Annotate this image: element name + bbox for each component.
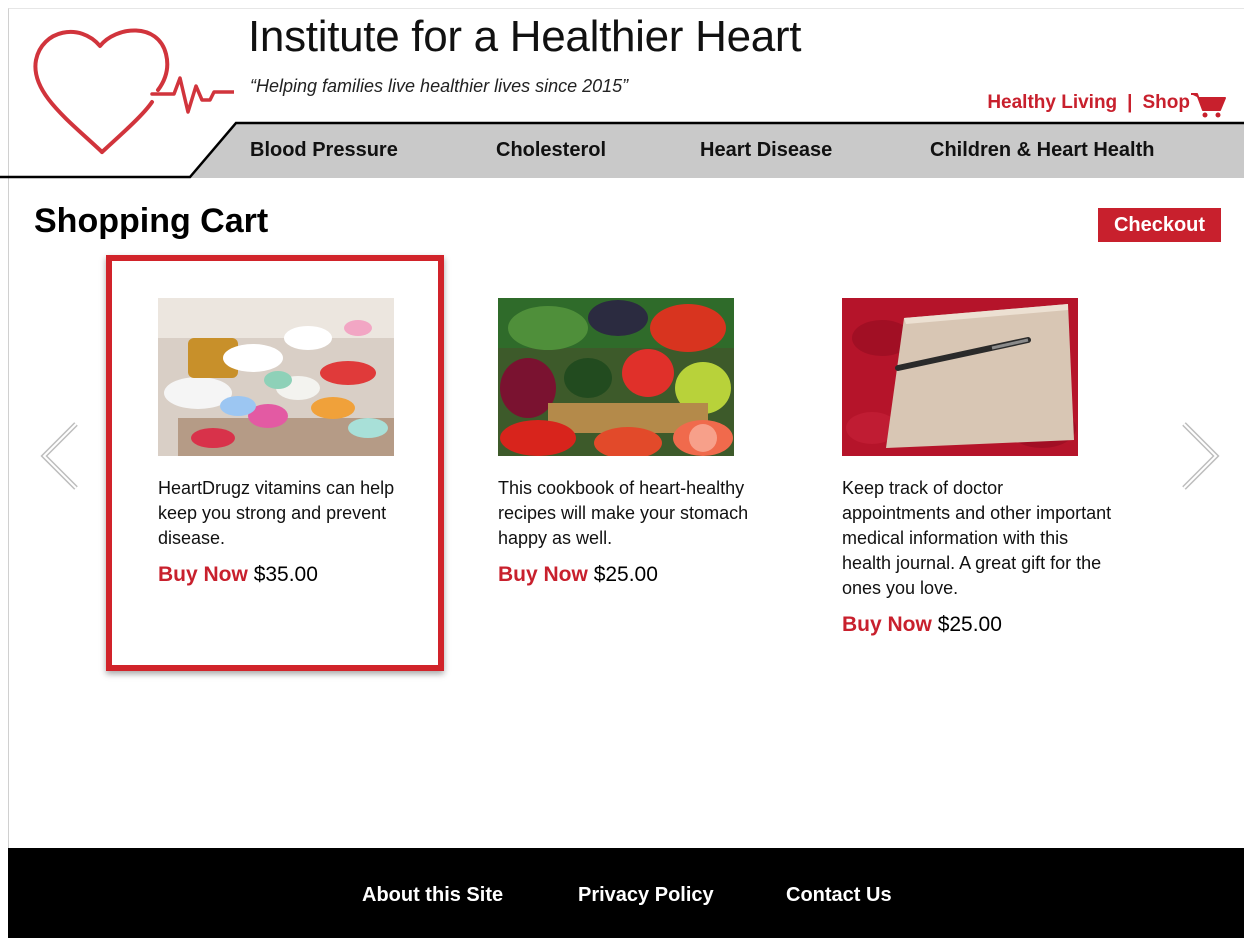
footer-contact-link[interactable]: Contact Us <box>786 884 892 907</box>
nav-heart-disease[interactable]: Heart Disease <box>700 139 832 162</box>
shop-link[interactable]: Shop <box>1143 92 1191 114</box>
buy-now-link[interactable]: Buy Now <box>498 563 588 586</box>
carousel-next-icon[interactable] <box>1178 420 1222 492</box>
vegetables-photo-icon[interactable] <box>498 298 734 456</box>
utility-nav: Healthy Living | Shop <box>987 92 1190 114</box>
carousel-prev-icon[interactable] <box>38 420 82 492</box>
util-nav-separator: | <box>1127 92 1133 113</box>
product-price: $25.00 <box>937 613 1002 636</box>
pills-photo-icon[interactable] <box>158 298 394 456</box>
healthy-living-link[interactable]: Healthy Living <box>987 92 1117 114</box>
nav-blood-pressure[interactable]: Blood Pressure <box>250 139 398 162</box>
product-card-cookbook: This cookbook of heart-healthy recipes w… <box>498 298 788 587</box>
product-price-line: Buy Now $25.00 <box>842 613 1112 637</box>
buy-now-link[interactable]: Buy Now <box>158 563 248 586</box>
product-description: This cookbook of heart-healthy recipes w… <box>498 478 749 548</box>
product-card-journal: Keep track of doctor appointments and ot… <box>842 298 1112 637</box>
buy-now-link[interactable]: Buy Now <box>842 613 932 636</box>
page-title: Shopping Cart <box>34 202 269 240</box>
footer-about-link[interactable]: About this Site <box>362 884 503 907</box>
product-card-vitamins: HeartDrugz vitamins can help keep you st… <box>158 298 420 587</box>
product-price-line: Buy Now $25.00 <box>498 563 788 587</box>
product-description: Keep track of doctor appointments and ot… <box>842 478 1112 598</box>
checkout-button[interactable]: Checkout <box>1098 208 1221 242</box>
product-description: HeartDrugz vitamins can help keep you st… <box>158 478 395 548</box>
cart-icon[interactable] <box>1190 90 1226 118</box>
nav-cholesterol[interactable]: Cholesterol <box>496 139 606 162</box>
product-price: $35.00 <box>253 563 318 586</box>
product-price-line: Buy Now $35.00 <box>158 563 420 587</box>
journal-photo-icon[interactable] <box>842 298 1078 456</box>
site-tagline: “Helping families live healthier lives s… <box>250 76 629 96</box>
nav-children-heart-health[interactable]: Children & Heart Health <box>930 139 1154 162</box>
footer-privacy-link[interactable]: Privacy Policy <box>578 884 714 907</box>
site-title: Institute for a Healthier Heart <box>248 12 802 61</box>
product-price: $25.00 <box>593 563 658 586</box>
